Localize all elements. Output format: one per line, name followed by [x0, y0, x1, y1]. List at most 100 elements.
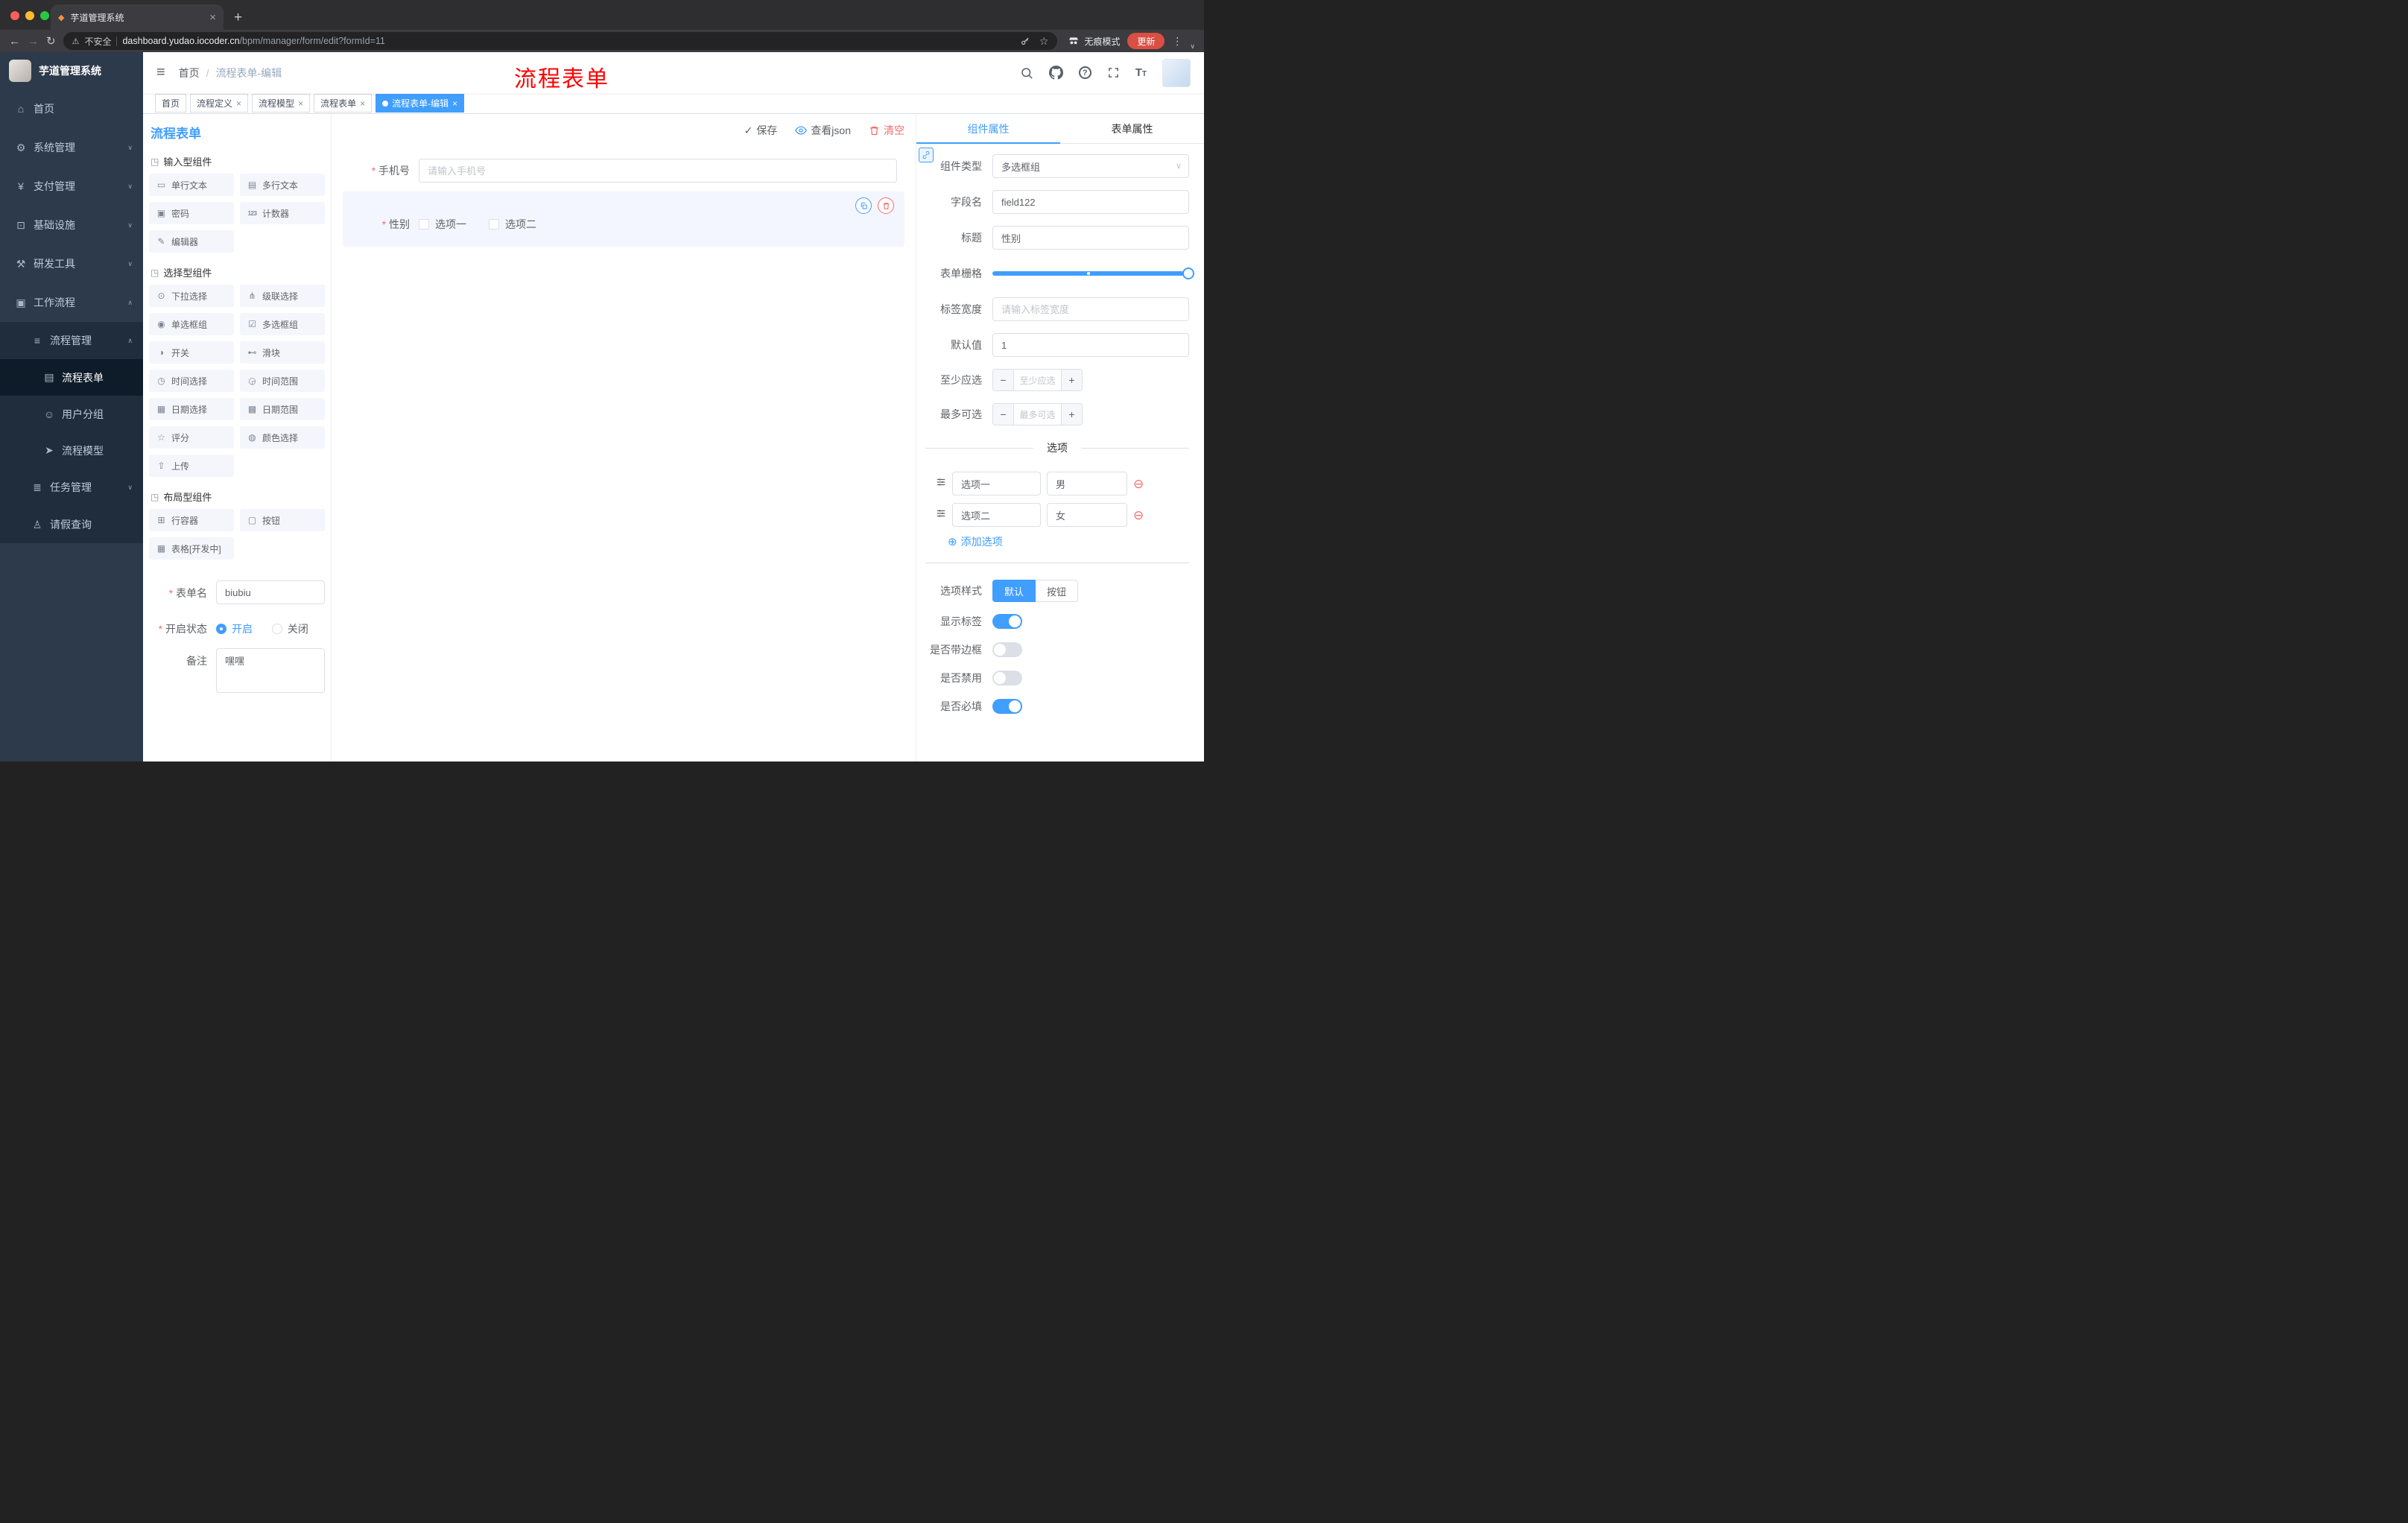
- forward-button[interactable]: →: [28, 36, 39, 47]
- bookmark-star-icon[interactable]: ☆: [1039, 36, 1049, 46]
- decrease-button[interactable]: −: [993, 404, 1014, 425]
- gender-checkbox-option2[interactable]: 选项二: [489, 217, 536, 232]
- palette-item-checkbox-group[interactable]: ☑ 多选框组: [240, 313, 325, 335]
- tag-process-form[interactable]: 流程表单 ×: [314, 94, 373, 113]
- tag-close-icon[interactable]: ×: [236, 99, 241, 108]
- disabled-switch[interactable]: [992, 671, 1022, 685]
- link-button[interactable]: [919, 148, 934, 162]
- style-button-button[interactable]: 按钮: [1036, 580, 1079, 602]
- style-default-button[interactable]: 默认: [992, 580, 1036, 602]
- canvas-field-gender-selected[interactable]: 性别 选项一 选项二: [343, 191, 904, 247]
- palette-item-upload[interactable]: ⇧ 上传: [149, 455, 234, 477]
- profile-chevron-icon[interactable]: ∨: [1190, 42, 1195, 51]
- title-input[interactable]: [992, 226, 1189, 250]
- palette-item-cascader[interactable]: ⋔ 级联选择: [240, 285, 325, 307]
- sidebar-item-leave-query[interactable]: ♙ 请假查询: [0, 506, 143, 543]
- password-key-icon[interactable]: [1020, 36, 1030, 46]
- component-type-select[interactable]: [992, 154, 1189, 178]
- form-name-input[interactable]: [216, 580, 325, 604]
- sidebar-item-process-model[interactable]: ➤ 流程模型: [0, 432, 143, 469]
- fullscreen-icon[interactable]: [1107, 66, 1120, 79]
- phone-input[interactable]: [419, 159, 897, 183]
- user-avatar[interactable]: [1162, 58, 1191, 87]
- tab-close-icon[interactable]: ×: [209, 12, 216, 23]
- close-window-button[interactable]: [10, 11, 19, 20]
- option-value-input[interactable]: [1047, 472, 1127, 495]
- default-value-input[interactable]: [992, 333, 1189, 357]
- tab-component-props[interactable]: 组件属性: [916, 114, 1060, 144]
- minimize-window-button[interactable]: [25, 11, 34, 20]
- label-width-input[interactable]: [992, 297, 1189, 321]
- palette-item-color-picker[interactable]: ◍ 颜色选择: [240, 426, 325, 449]
- tab-form-props[interactable]: 表单属性: [1060, 114, 1204, 143]
- tag-process-model[interactable]: 流程模型 ×: [252, 94, 311, 113]
- increase-button[interactable]: +: [1061, 370, 1082, 390]
- address-bar[interactable]: ⚠ 不安全 dashboard.yudao.iocoder.cn/bpm/man…: [63, 32, 1058, 50]
- browser-tab[interactable]: ◆ 芋道管理系统 ×: [51, 4, 224, 30]
- remove-option-icon[interactable]: ⊖: [1133, 509, 1144, 522]
- tag-close-icon[interactable]: ×: [298, 99, 303, 108]
- clear-button[interactable]: 清空: [869, 123, 904, 138]
- search-icon[interactable]: [1020, 66, 1033, 80]
- palette-item-table[interactable]: ▦ 表格[开发中]: [149, 537, 234, 560]
- show-label-switch[interactable]: [992, 614, 1022, 629]
- border-switch[interactable]: [992, 642, 1022, 657]
- update-button[interactable]: 更新: [1127, 33, 1165, 49]
- palette-item-slider[interactable]: ⊷ 滑块: [240, 341, 325, 364]
- palette-item-time-picker[interactable]: ◷ 时间选择: [149, 370, 234, 392]
- add-option-button[interactable]: ⊕ 添加选项: [948, 534, 1189, 549]
- required-switch[interactable]: [992, 699, 1022, 714]
- palette-item-counter[interactable]: 123 计数器: [240, 202, 325, 224]
- increase-button[interactable]: +: [1061, 404, 1082, 425]
- option-label-input[interactable]: [952, 472, 1041, 495]
- sidebar-item-payment[interactable]: ¥ 支付管理 ∨: [0, 167, 143, 206]
- palette-item-textarea[interactable]: ▤ 多行文本: [240, 174, 325, 196]
- palette-item-switch[interactable]: ◑ 开关: [149, 341, 234, 364]
- status-radio-off[interactable]: 关闭: [271, 616, 308, 636]
- tag-process-definition[interactable]: 流程定义 ×: [190, 94, 249, 113]
- palette-item-select[interactable]: ⊙ 下拉选择: [149, 285, 234, 307]
- palette-item-radio-group[interactable]: ◉ 单选框组: [149, 313, 234, 335]
- drag-handle-icon[interactable]: [936, 477, 946, 491]
- tag-home[interactable]: 首页: [155, 94, 187, 113]
- sidebar-item-dev-tools[interactable]: ⚒ 研发工具 ∨: [0, 244, 143, 283]
- max-select-value[interactable]: 最多可选: [1014, 404, 1061, 425]
- decrease-button[interactable]: −: [993, 370, 1014, 390]
- sidebar-item-infrastructure[interactable]: ⊡ 基础设施 ∨: [0, 206, 143, 244]
- tag-process-form-edit[interactable]: 流程表单-编辑 ×: [376, 94, 465, 113]
- help-icon[interactable]: ?: [1078, 66, 1091, 79]
- palette-item-editor[interactable]: ✎ 编辑器: [149, 230, 234, 253]
- sidebar-item-task-mgmt[interactable]: ≣ 任务管理 ∨: [0, 469, 143, 506]
- canvas-field-phone[interactable]: 手机号: [343, 157, 904, 184]
- status-radio-on[interactable]: 开启: [216, 616, 253, 636]
- slider-handle[interactable]: [1182, 267, 1194, 279]
- font-size-icon[interactable]: TT: [1135, 66, 1147, 79]
- tag-close-icon[interactable]: ×: [452, 99, 457, 108]
- sidebar-item-process-mgmt[interactable]: ≡ 流程管理 ∧: [0, 322, 143, 359]
- field-name-input[interactable]: [992, 190, 1189, 214]
- remove-option-icon[interactable]: ⊖: [1133, 478, 1144, 490]
- sidebar-item-workflow[interactable]: ▣ 工作流程 ∧: [0, 283, 143, 322]
- form-remark-textarea[interactable]: 嘿嘿: [216, 648, 325, 693]
- delete-component-button[interactable]: [878, 197, 894, 214]
- sidebar-item-system[interactable]: ⚙ 系统管理 ∨: [0, 128, 143, 167]
- palette-item-single-text[interactable]: ▭ 单行文本: [149, 174, 234, 196]
- palette-item-password[interactable]: ▣ 密码: [149, 202, 234, 224]
- sidebar-item-process-form[interactable]: ▤ 流程表单: [0, 359, 143, 396]
- palette-item-rate[interactable]: ☆ 评分: [149, 426, 234, 449]
- palette-item-row-container[interactable]: ⊞ 行容器: [149, 509, 234, 531]
- browser-menu-icon[interactable]: ⋮: [1172, 35, 1182, 48]
- reload-button[interactable]: ↻: [46, 36, 56, 47]
- option-label-input[interactable]: [952, 503, 1041, 527]
- palette-item-button[interactable]: ▢ 按钮: [240, 509, 325, 531]
- palette-item-date-picker[interactable]: ▦ 日期选择: [149, 398, 234, 420]
- min-select-value[interactable]: 至少应选: [1014, 370, 1061, 390]
- hamburger-icon[interactable]: ≡: [156, 64, 165, 81]
- sidebar-item-home[interactable]: ⌂ 首页: [0, 89, 143, 128]
- maximize-window-button[interactable]: [40, 11, 49, 20]
- back-button[interactable]: ←: [9, 36, 20, 47]
- view-json-button[interactable]: 查看json: [795, 123, 851, 138]
- palette-item-date-range[interactable]: ▩ 日期范围: [240, 398, 325, 420]
- option-value-input[interactable]: [1047, 503, 1127, 527]
- drag-handle-icon[interactable]: [936, 508, 946, 522]
